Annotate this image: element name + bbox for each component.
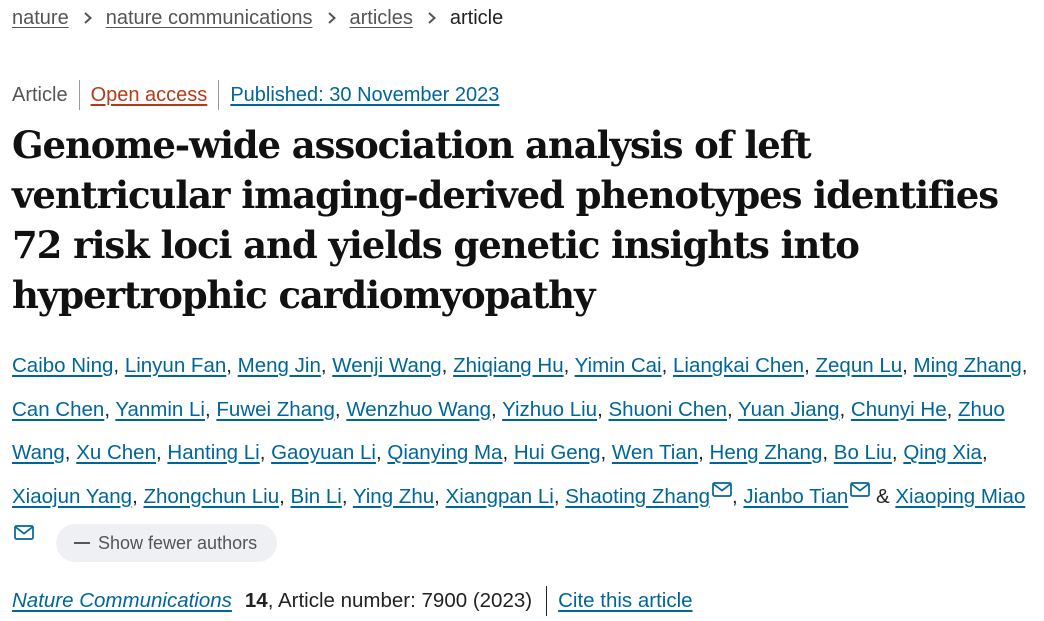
author-link[interactable]: Wen Tian bbox=[612, 441, 698, 464]
author-separator: , bbox=[375, 441, 382, 464]
chevron-right-icon bbox=[83, 12, 93, 24]
author-separator: , bbox=[839, 397, 846, 421]
envelope-icon[interactable] bbox=[850, 481, 871, 497]
author-link[interactable]: Yizhuo Liu bbox=[502, 398, 597, 421]
author-separator: , bbox=[113, 354, 120, 377]
author-link[interactable]: Hanting Li bbox=[167, 441, 259, 464]
author-separator: , bbox=[600, 441, 607, 464]
author-link[interactable]: Wenji Wang bbox=[332, 354, 441, 377]
chevron-right-icon bbox=[327, 12, 337, 24]
author-link[interactable]: Can Chen bbox=[12, 398, 104, 421]
author-link[interactable]: Qianying Ma bbox=[387, 441, 502, 464]
author-link[interactable]: Ming Zhang bbox=[914, 354, 1022, 377]
author-separator: , bbox=[64, 441, 71, 464]
author-separator: , bbox=[981, 441, 988, 464]
author-separator: , bbox=[279, 484, 285, 508]
author-separator: , bbox=[698, 441, 704, 464]
author-separator: , bbox=[1021, 354, 1028, 377]
article-type: Article bbox=[12, 84, 68, 106]
author-separator: , bbox=[822, 441, 829, 464]
author-link[interactable]: Zequn Lu bbox=[816, 354, 903, 377]
author-separator: , bbox=[946, 397, 953, 421]
author-link[interactable]: Linyun Fan bbox=[125, 354, 226, 377]
author-separator: , bbox=[597, 397, 603, 421]
author-link[interactable]: Heng Zhang bbox=[710, 441, 823, 464]
author-separator: , bbox=[902, 354, 908, 377]
show-fewer-authors-button[interactable]: Show fewer authors bbox=[56, 524, 278, 562]
author-separator: , bbox=[226, 354, 232, 377]
open-access-link[interactable]: Open access bbox=[91, 80, 208, 110]
author-link[interactable]: Hui Geng bbox=[514, 441, 601, 464]
journal-link[interactable]: Nature Communications bbox=[12, 586, 232, 616]
article-title: Genome-wide association analysis of left… bbox=[12, 123, 999, 317]
breadcrumb-item-articles[interactable]: articles bbox=[350, 3, 413, 33]
envelope-icon[interactable] bbox=[14, 525, 34, 540]
volume-number: 14 bbox=[244, 589, 268, 612]
author-list: Caibo Ning, Linyun Fan, Meng Jin, Wenji … bbox=[12, 344, 1040, 562]
published-date-link[interactable]: Published: 30 November 2023 bbox=[230, 80, 499, 110]
author-separator: , bbox=[132, 484, 138, 508]
chevron-right-icon bbox=[427, 12, 437, 24]
author-link[interactable]: Bin Li bbox=[291, 485, 342, 508]
author-link[interactable]: Shuoni Chen bbox=[608, 398, 727, 421]
author-link[interactable]: Caibo Ning bbox=[12, 354, 113, 377]
author-link[interactable]: Xiaoping Miao bbox=[895, 485, 1025, 508]
author-link[interactable]: Fuwei Zhang bbox=[216, 398, 335, 421]
author-separator: , bbox=[553, 484, 560, 508]
author-link[interactable]: Yuan Jiang bbox=[738, 398, 839, 421]
breadcrumb-item-nature[interactable]: nature bbox=[12, 3, 69, 33]
author-link[interactable]: Yimin Cai bbox=[575, 354, 662, 377]
author-joiner: & bbox=[875, 484, 890, 508]
author-link[interactable]: Liangkai Chen bbox=[673, 354, 804, 377]
breadcrumb: nature nature communications articles ar… bbox=[12, 3, 503, 33]
envelope-icon[interactable] bbox=[712, 481, 732, 497]
author-separator: , bbox=[441, 354, 448, 377]
author-separator: , bbox=[661, 354, 668, 377]
author-separator: , bbox=[804, 354, 810, 377]
author-link[interactable]: Xiangpan Li bbox=[446, 485, 554, 508]
author-separator: , bbox=[732, 484, 738, 508]
author-link[interactable]: Xu Chen bbox=[76, 441, 156, 464]
author-separator: , bbox=[155, 441, 162, 464]
author-separator: , bbox=[104, 397, 111, 421]
author-link[interactable]: Shaoting Zhang bbox=[565, 485, 710, 508]
article-number: , Article number: 7900 (2023) bbox=[267, 589, 533, 612]
author-link[interactable]: Zhiqiang Hu bbox=[453, 354, 564, 377]
author-separator: , bbox=[491, 397, 497, 421]
author-link[interactable]: Xiaojun Yang bbox=[12, 485, 132, 508]
author-separator: , bbox=[727, 397, 733, 421]
show-fewer-authors-label: Show fewer authors bbox=[98, 532, 258, 553]
author-link[interactable]: Zhongchun Liu bbox=[143, 485, 279, 508]
author-separator: , bbox=[563, 354, 570, 377]
author-separator: , bbox=[259, 441, 266, 464]
author-link[interactable]: Qing Xia bbox=[903, 441, 982, 464]
author-separator: , bbox=[891, 441, 898, 464]
author-link[interactable]: Wenzhuo Wang bbox=[346, 398, 491, 421]
author-separator: , bbox=[204, 397, 211, 421]
divider bbox=[546, 586, 548, 616]
breadcrumb-current: article bbox=[449, 7, 504, 29]
author-link[interactable]: Yanmin Li bbox=[115, 398, 205, 421]
author-separator: , bbox=[434, 484, 440, 508]
author-link[interactable]: Ying Zhu bbox=[353, 485, 434, 508]
author-separator: , bbox=[502, 441, 509, 464]
author-link[interactable]: Bo Liu bbox=[834, 441, 892, 464]
author-link[interactable]: Chunyi He bbox=[851, 398, 947, 421]
author-link[interactable]: Gaoyuan Li bbox=[271, 441, 376, 464]
minus-icon bbox=[74, 542, 90, 544]
divider bbox=[218, 80, 220, 110]
citation: Nature Communications 14 , Article numbe… bbox=[12, 586, 693, 616]
author-link[interactable]: Jianbo Tian bbox=[743, 485, 848, 508]
cite-this-article-link[interactable]: Cite this article bbox=[558, 586, 692, 616]
article-meta: Article Open access Published: 30 Novemb… bbox=[12, 80, 499, 110]
divider bbox=[78, 80, 80, 110]
author-separator: , bbox=[341, 484, 348, 508]
author-separator: , bbox=[320, 354, 327, 377]
author-link[interactable]: Meng Jin bbox=[238, 354, 321, 377]
author-separator: , bbox=[334, 397, 341, 421]
breadcrumb-item-nature-communications[interactable]: nature communications bbox=[106, 3, 313, 33]
